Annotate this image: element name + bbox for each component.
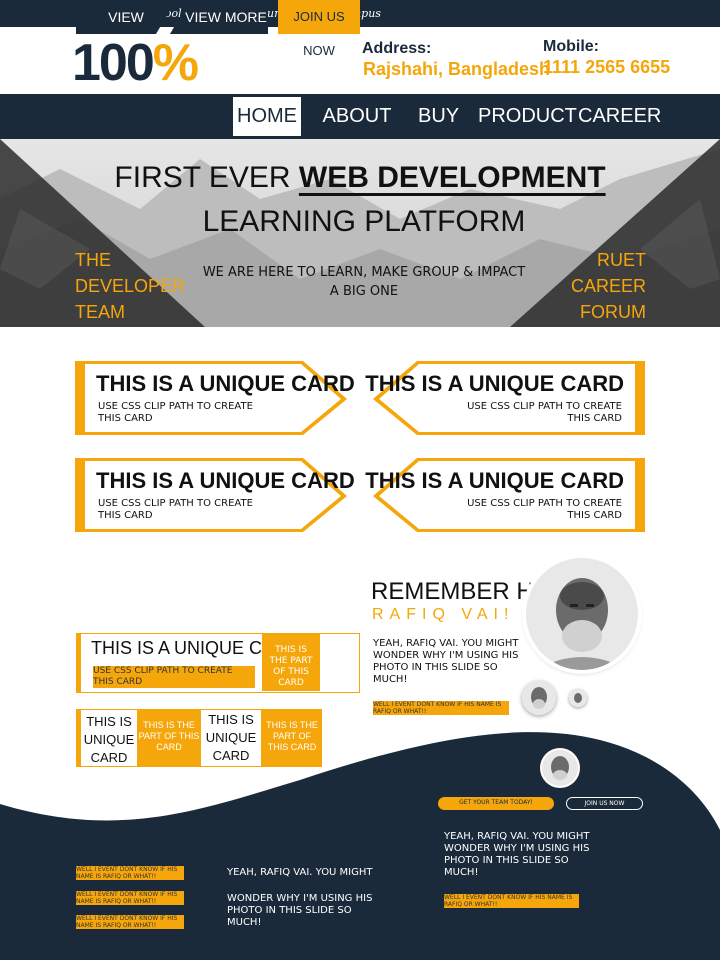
- mobile-label: Mobile:: [543, 38, 599, 55]
- hero-right-line: FORUM: [580, 302, 646, 322]
- nav-item-buy[interactable]: BUY: [418, 97, 459, 136]
- footer-left-highlight: WELL I EVENT DONT KNOW IF HIS NAME IS RA…: [76, 891, 184, 905]
- card-subtitle: USE CSS CLIP PATH TO CREATE THIS CARD: [98, 498, 253, 521]
- unique-card-right-arrow[interactable]: THIS IS A UNIQUE CARD USE CSS CLIP PATH …: [75, 458, 355, 534]
- card-title: THIS IS A UNIQUE CARD: [96, 371, 355, 396]
- avatar-footer[interactable]: [542, 750, 578, 786]
- view-more-button-1[interactable]: VIEW MORE: [76, 0, 176, 34]
- address-value: Rajshahi, Bangladesh: [363, 59, 551, 79]
- footer-left-highlight: WELL I EVENT DONT KNOW IF HIS NAME IS RA…: [76, 915, 184, 929]
- hero-subtitle: WE ARE HERE TO LEARN, MAKE GROUP & IMPAC…: [202, 265, 526, 299]
- hero-left-line: DEVELOPER: [75, 276, 186, 296]
- remember-subtitle: RAFIQ VAI!: [372, 606, 515, 623]
- card-subtitle-highlight: USE CSS CLIP PATH TO CREATE THIS CARD: [93, 666, 255, 688]
- hero-right-line: RUET: [597, 250, 646, 270]
- card-subtitle: USE CSS CLIP PATH TO CREATE THIS CARD: [467, 401, 622, 424]
- join-us-button[interactable]: JOIN US NOW: [278, 0, 360, 58]
- card-subtitle: USE CSS CLIP PATH TO CREATE THIS CARD: [467, 498, 622, 521]
- site-logo[interactable]: 100%: [72, 33, 199, 93]
- logo-percent: %: [152, 34, 199, 92]
- portrait-image: [526, 558, 638, 670]
- footer-right-highlight: WELL I EVENT DONT KNOW IF HIS NAME IS RA…: [444, 894, 579, 908]
- nav-item-product[interactable]: PRODUCT: [478, 97, 577, 136]
- hero-left-line: THE: [75, 250, 111, 270]
- unique-card-wide[interactable]: THIS IS A UNIQUE CARD USE CSS CLIP PATH …: [76, 633, 360, 693]
- footer-left-highlight: WELL I EVENT DONT KNOW IF HIS NAME IS RA…: [76, 866, 184, 880]
- hero-left-line: TEAM: [75, 302, 126, 322]
- hero-title-line2: LEARNING PLATFORM: [202, 205, 526, 238]
- footer-middle-line2: WONDER WHY I'M USING HIS PHOTO IN THIS S…: [227, 893, 373, 928]
- nav-item-home[interactable]: HOME: [233, 97, 301, 136]
- hero-title-line1: FIRST EVER WEB DEVELOPMENT: [0, 161, 720, 195]
- avatar-large[interactable]: [526, 558, 638, 670]
- footer-right-body: YEAH, RAFIQ VAI. YOU MIGHT WONDER WHY I'…: [444, 831, 590, 878]
- portrait-image: [542, 750, 578, 786]
- unique-card-left-arrow[interactable]: THIS IS A UNIQUE CARD USE CSS CLIP PATH …: [365, 361, 645, 437]
- logo-number: 100: [72, 34, 155, 92]
- unique-card-right-arrow[interactable]: THIS IS A UNIQUE CARD USE CSS CLIP PATH …: [75, 361, 355, 437]
- address-label: Address:: [362, 40, 432, 57]
- hero-right-caption: RUET CAREER FORUM: [571, 247, 646, 325]
- card-part-box: THIS IS THE PART OF THIS CARD: [262, 634, 320, 691]
- unique-card-left-arrow[interactable]: THIS IS A UNIQUE CARD USE CSS CLIP PATH …: [365, 458, 645, 534]
- remember-body: YEAH, RAFIQ VAI. YOU MIGHT WONDER WHY I'…: [373, 638, 519, 685]
- main-nav: HOME ABOUT US BUY PRODUCT CAREER: [0, 94, 720, 166]
- footer-join-button[interactable]: JOIN US NOW: [566, 797, 643, 810]
- hero-right-line: CAREER: [570, 276, 646, 296]
- card-title: THIS IS A UNIQUE CARD: [365, 468, 624, 493]
- hero-title-bold: WEB DEVELOPMENT: [298, 161, 606, 194]
- card-title: THIS IS A UNIQUE CARD: [96, 468, 355, 493]
- nav-item-about-us[interactable]: ABOUT US: [314, 97, 400, 166]
- mobile-value: 1111 2565 6655: [543, 57, 671, 77]
- hero-banner: FIRST EVER WEB DEVELOPMENT LEARNING PLAT…: [0, 139, 720, 327]
- nav-item-career[interactable]: CAREER: [578, 97, 661, 136]
- card-title: THIS IS A UNIQUE CARD: [365, 371, 624, 396]
- card-subtitle: USE CSS CLIP PATH TO CREATE THIS CARD: [98, 401, 253, 424]
- hero-title-plain: FIRST EVER: [114, 161, 299, 194]
- hero-left-caption: THE DEVELOPER TEAM: [75, 247, 185, 325]
- button-label: VIEW MORE: [185, 9, 267, 25]
- get-team-button[interactable]: GET YOUR TEAM TODAY!: [438, 797, 554, 810]
- footer-middle-line1: YEAH, RAFIQ VAI. YOU MIGHT: [227, 867, 373, 878]
